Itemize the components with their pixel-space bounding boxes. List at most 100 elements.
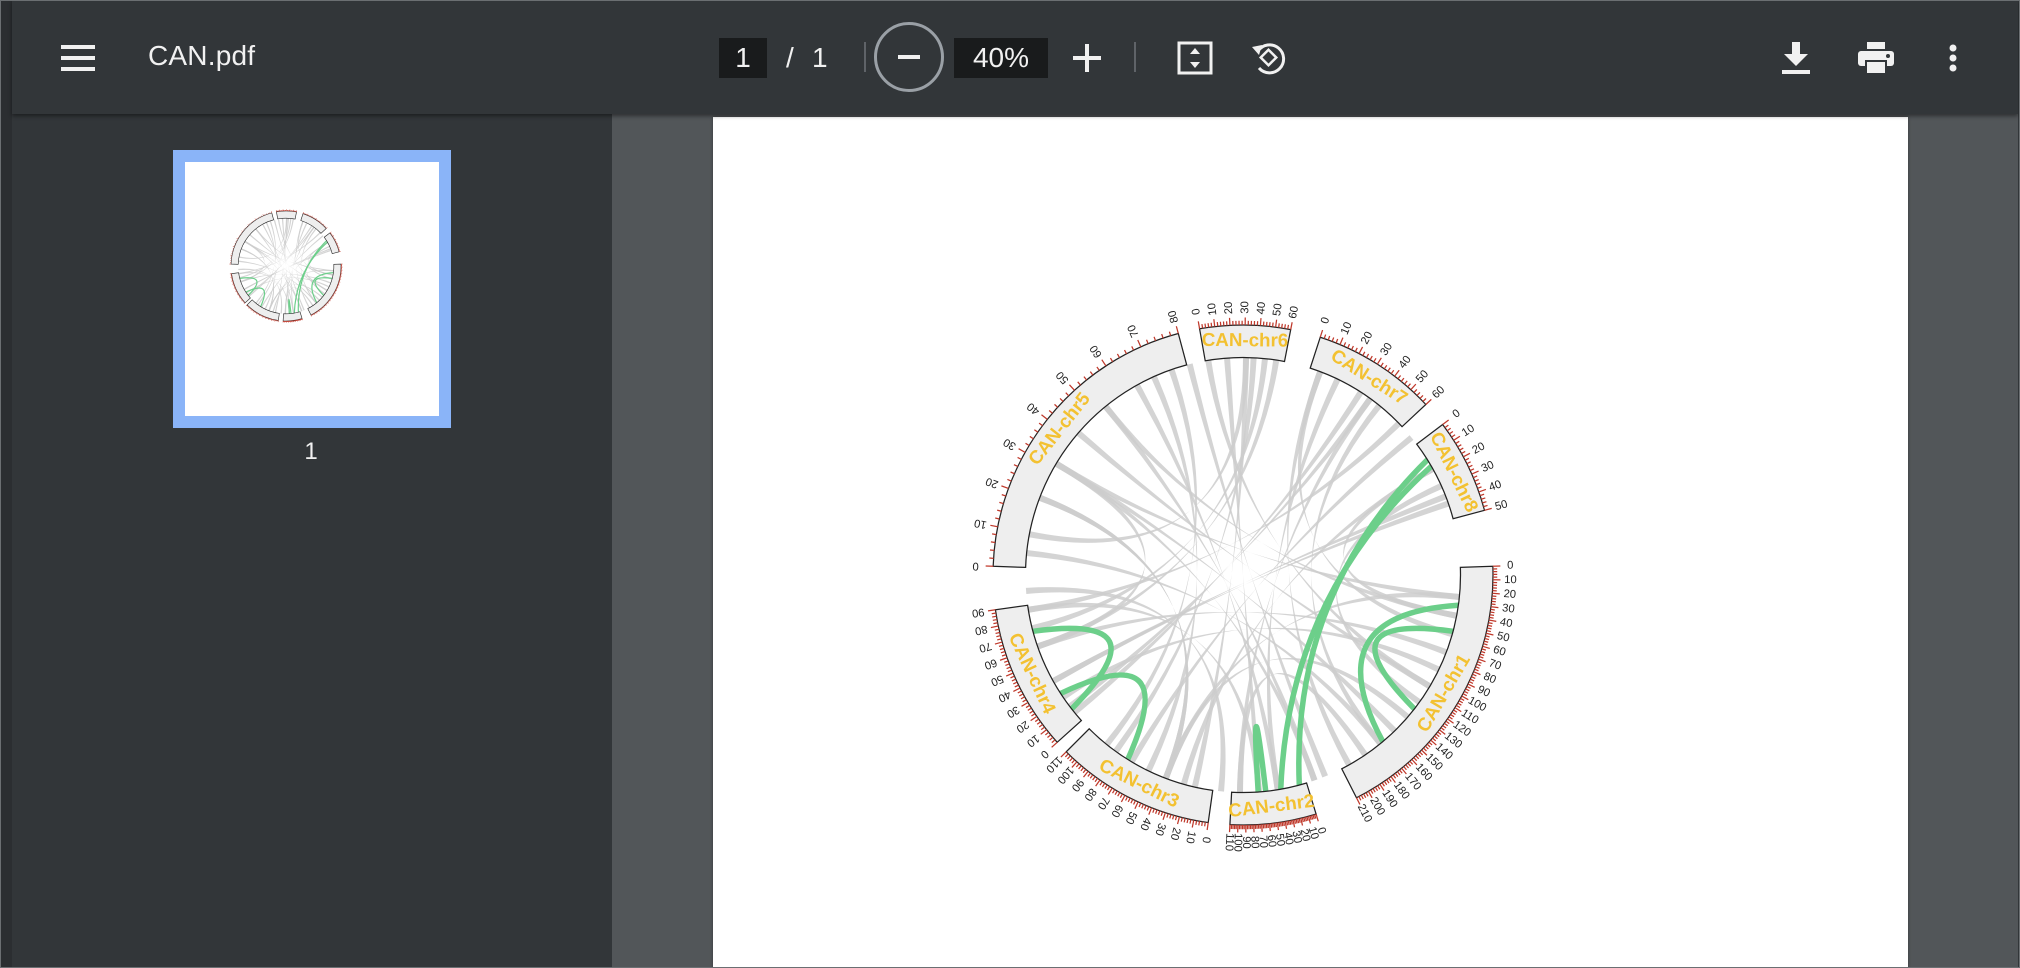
axis-tick [247,223,250,226]
axis-tick [240,297,242,299]
axis-tick [1293,819,1297,824]
axis-tick [1017,690,1022,694]
axis-tick [332,295,334,297]
axis-tick [1101,359,1107,367]
axis-tick [1477,486,1482,489]
menu-icon[interactable] [58,38,98,78]
axis-tick [1119,793,1123,798]
axis-tick [1417,753,1422,758]
axis-tick [1160,811,1164,816]
axis-tick [1394,369,1400,377]
axis-tick [327,301,329,303]
axis-tick [1154,809,1158,814]
axis-tick [1442,419,1450,426]
axis-tick [1099,781,1103,786]
tick-label: 20 [1359,330,1375,347]
tick-label: 110 [1223,833,1236,852]
axis-tick [1027,707,1032,711]
axis-tick [1485,632,1494,636]
axis-tick [1303,817,1306,822]
axis-tick [319,221,321,223]
axis-tick [1038,723,1043,728]
rotate-icon[interactable] [1246,36,1290,80]
axis-tick [322,223,325,226]
zoom-level-input[interactable]: 40% [954,38,1048,78]
tick-label: 60 [983,656,999,671]
tick-label: 10 [1206,302,1219,316]
tick-label: 90 [971,605,985,619]
axis-tick [1394,772,1399,778]
axis-tick [1001,654,1007,657]
axis-tick [317,310,319,312]
axis-tick [1295,819,1298,824]
zoom-in-icon[interactable] [1067,38,1107,78]
pdf-toolbar: CAN.pdf 1 / 1 40% [12,0,2018,114]
axis-tick [316,219,318,221]
current-page-input[interactable]: 1 [719,38,767,78]
axis-tick [1455,704,1461,709]
axis-tick [1487,627,1492,630]
axis-tick [1474,479,1479,482]
axis-tick [998,644,1004,648]
axis-tick [324,305,326,307]
axis-tick [1383,780,1388,786]
axis-tick [316,219,318,221]
axis-tick [1022,699,1027,703]
axis-tick [1014,684,1019,688]
more-vert-icon[interactable] [1933,38,1973,78]
axis-tick [1279,822,1282,827]
axis-tick [1138,802,1142,808]
axis-tick [1183,818,1186,823]
axis-tick [324,225,326,227]
axis-tick [987,609,996,612]
tick-label: 90 [1069,776,1086,793]
axis-tick [1275,822,1278,828]
tick-label: 10 [1024,732,1041,749]
axis-tick [1468,681,1474,684]
zoom-out-button[interactable] [874,22,944,92]
axis-tick [1025,704,1030,709]
axis-tick [1459,447,1464,451]
axis-tick [252,310,254,312]
axis-tick [1005,672,1014,677]
axis-tick [1021,701,1029,707]
axis-tick [1206,822,1209,831]
axis-tick [1477,661,1482,664]
axis-tick [1482,501,1487,504]
axis-tick [232,246,235,248]
tick-label: 0 [1507,560,1514,572]
tick-label: 60 [1108,802,1124,819]
print-icon[interactable] [1854,36,1898,80]
axis-tick [1078,765,1082,770]
axis-tick [1191,819,1195,828]
axis-tick [1080,767,1085,772]
axis-tick [1117,792,1121,797]
axis-tick [1083,376,1088,381]
axis-tick [1284,324,1287,329]
tick-label: 70 [978,639,993,654]
tick-label: 40 [1255,301,1268,314]
tick-label: 60 [1287,305,1301,320]
axis-tick [1428,741,1433,746]
axis-tick [1069,757,1074,762]
axis-tick [1488,619,1497,623]
axis-tick [991,533,997,536]
fit-page-icon[interactable] [1175,38,1215,78]
axis-tick [1040,729,1047,735]
axis-tick [1458,700,1464,704]
page-thumbnail[interactable] [173,150,451,428]
axis-tick [1201,821,1204,826]
axis-tick [1339,337,1344,345]
axis-tick [1096,366,1100,371]
tick-label: 30 [1152,821,1167,837]
download-icon[interactable] [1776,38,1816,78]
axis-tick [249,307,251,309]
axis-tick [1087,772,1091,777]
axis-tick [1370,789,1374,794]
axis-tick [990,541,996,544]
axis-tick [268,318,270,320]
axis-tick [1068,384,1075,391]
axis-tick [1289,820,1292,825]
axis-tick [1013,681,1018,685]
axis-tick [1490,608,1495,611]
